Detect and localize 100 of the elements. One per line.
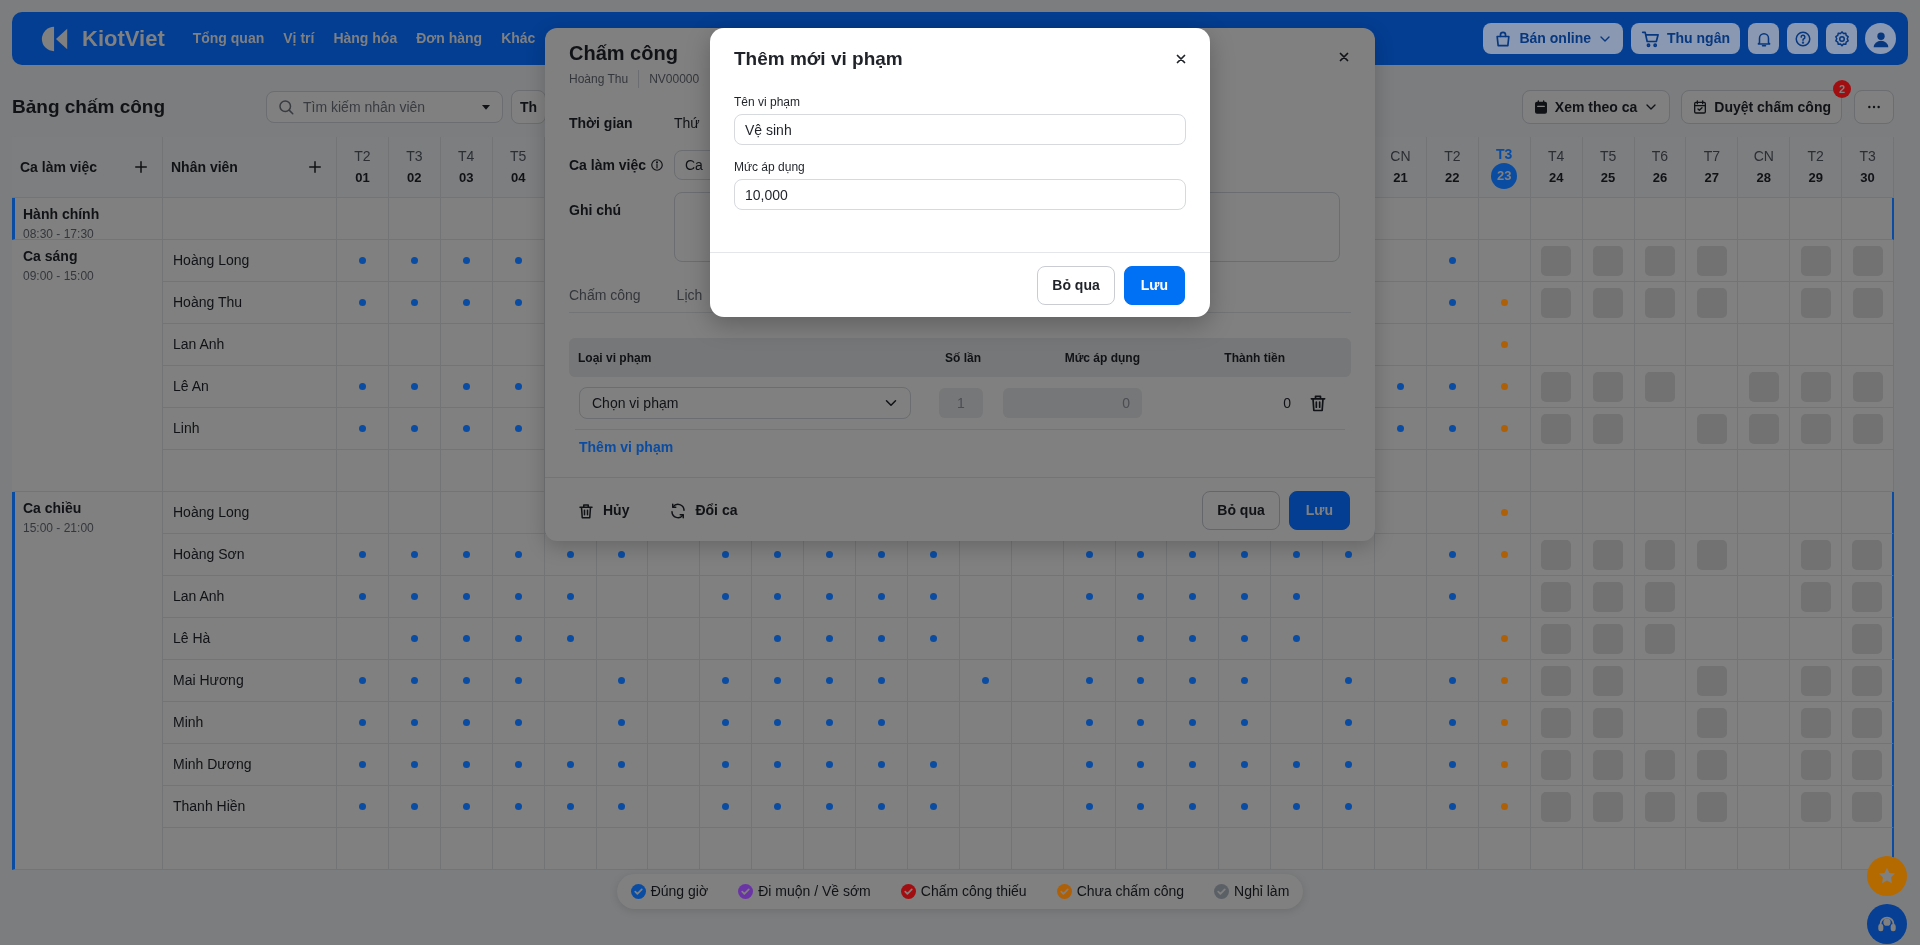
- attendance-dot[interactable]: [514, 761, 522, 768]
- attendance-dot[interactable]: [1137, 593, 1145, 600]
- attendance-dot[interactable]: [826, 593, 834, 600]
- attendance-dot[interactable]: [826, 677, 834, 684]
- delete-button[interactable]: Hủy: [569, 491, 638, 530]
- cancel-button[interactable]: Bỏ qua: [1202, 491, 1280, 530]
- attendance-dot[interactable]: [462, 425, 470, 432]
- attendance-dot[interactable]: [566, 593, 574, 600]
- attendance-dot[interactable]: [722, 719, 730, 726]
- attendance-dot[interactable]: [1448, 761, 1456, 768]
- nav-link[interactable]: Tổng quan: [192, 28, 265, 49]
- attendance-dot[interactable]: [462, 299, 470, 306]
- attendance-dot[interactable]: [1293, 635, 1301, 642]
- attendance-dot[interactable]: [410, 803, 418, 810]
- attendance-dot[interactable]: [462, 257, 470, 264]
- attendance-dot[interactable]: [618, 719, 626, 726]
- attendance-dot[interactable]: [826, 761, 834, 768]
- attendance-dot[interactable]: [1448, 257, 1456, 264]
- settings-button[interactable]: [1826, 23, 1857, 54]
- attendance-dot[interactable]: [1500, 761, 1508, 768]
- attendance-dot[interactable]: [1448, 551, 1456, 558]
- attendance-dot[interactable]: [410, 299, 418, 306]
- attendance-dot[interactable]: [462, 635, 470, 642]
- attendance-dot[interactable]: [410, 551, 418, 558]
- attendance-dot[interactable]: [618, 551, 626, 558]
- change-shift-button[interactable]: Đổi ca: [661, 491, 746, 530]
- attendance-dot[interactable]: [929, 551, 937, 558]
- attendance-dot[interactable]: [1241, 677, 1249, 684]
- save-button[interactable]: Lưu: [1288, 491, 1350, 530]
- attendance-dot[interactable]: [514, 593, 522, 600]
- attendance-dot[interactable]: [1293, 551, 1301, 558]
- cancel-button[interactable]: Bỏ qua: [1037, 266, 1115, 305]
- attendance-dot[interactable]: [566, 551, 574, 558]
- attendance-dot[interactable]: [1345, 803, 1353, 810]
- attendance-dot[interactable]: [1500, 677, 1508, 684]
- attendance-dot[interactable]: [1241, 719, 1249, 726]
- attendance-dot[interactable]: [514, 635, 522, 642]
- attendance-dot[interactable]: [1137, 635, 1145, 642]
- attendance-dot[interactable]: [618, 761, 626, 768]
- attendance-dot[interactable]: [1137, 803, 1145, 810]
- attendance-dot[interactable]: [1189, 677, 1197, 684]
- attendance-dot[interactable]: [877, 635, 885, 642]
- attendance-dot[interactable]: [566, 803, 574, 810]
- attendance-dot[interactable]: [462, 677, 470, 684]
- attendance-dot[interactable]: [1189, 551, 1197, 558]
- filter-button[interactable]: Th: [511, 90, 547, 124]
- violation-select[interactable]: Chọn vi phạm: [579, 387, 911, 419]
- attendance-dot[interactable]: [1500, 383, 1508, 390]
- attendance-dot[interactable]: [877, 551, 885, 558]
- attendance-dot[interactable]: [826, 803, 834, 810]
- attendance-dot[interactable]: [514, 425, 522, 432]
- attendance-dot[interactable]: [1500, 425, 1508, 432]
- close-button[interactable]: [1174, 52, 1188, 66]
- attendance-dot[interactable]: [410, 635, 418, 642]
- attendance-dot[interactable]: [774, 761, 782, 768]
- attendance-dot[interactable]: [566, 761, 574, 768]
- attendance-dot[interactable]: [1241, 803, 1249, 810]
- attendance-dot[interactable]: [410, 719, 418, 726]
- attendance-dot[interactable]: [1189, 803, 1197, 810]
- attendance-dot[interactable]: [1189, 593, 1197, 600]
- nav-link[interactable]: Hàng hóa: [333, 28, 398, 49]
- attendance-dot[interactable]: [410, 593, 418, 600]
- attendance-dot[interactable]: [1241, 761, 1249, 768]
- attendance-dot[interactable]: [722, 551, 730, 558]
- support-button[interactable]: [1867, 904, 1907, 944]
- cashier-button[interactable]: Thu ngân: [1631, 23, 1740, 54]
- attendance-dot[interactable]: [358, 593, 366, 600]
- attendance-dot[interactable]: [1085, 803, 1093, 810]
- attendance-dot[interactable]: [1137, 677, 1145, 684]
- nav-link[interactable]: Vị trí: [283, 28, 315, 49]
- attendance-dot[interactable]: [722, 593, 730, 600]
- attendance-dot[interactable]: [1448, 425, 1456, 432]
- help-button[interactable]: [1787, 23, 1818, 54]
- attendance-dot[interactable]: [358, 257, 366, 264]
- favorite-button[interactable]: [1867, 856, 1907, 896]
- attendance-dot[interactable]: [722, 803, 730, 810]
- add-icon[interactable]: [306, 158, 324, 176]
- add-icon[interactable]: [132, 158, 150, 176]
- attendance-dot[interactable]: [1241, 551, 1249, 558]
- attendance-dot[interactable]: [566, 635, 574, 642]
- attendance-dot[interactable]: [1396, 425, 1404, 432]
- attendance-dot[interactable]: [1085, 551, 1093, 558]
- attendance-dot[interactable]: [1500, 341, 1508, 348]
- attendance-dot[interactable]: [722, 677, 730, 684]
- attendance-dot[interactable]: [877, 677, 885, 684]
- attendance-dot[interactable]: [774, 803, 782, 810]
- attendance-dot[interactable]: [462, 761, 470, 768]
- attendance-dot[interactable]: [514, 383, 522, 390]
- add-violation-link[interactable]: Thêm vi phạm: [579, 437, 674, 458]
- attendance-dot[interactable]: [1345, 551, 1353, 558]
- attendance-dot[interactable]: [514, 677, 522, 684]
- attendance-dot[interactable]: [877, 719, 885, 726]
- attendance-dot[interactable]: [774, 551, 782, 558]
- attendance-dot[interactable]: [826, 551, 834, 558]
- attendance-dot[interactable]: [1448, 677, 1456, 684]
- attendance-dot[interactable]: [981, 677, 989, 684]
- attendance-dot[interactable]: [774, 593, 782, 600]
- more-button[interactable]: [1854, 90, 1894, 124]
- attendance-dot[interactable]: [877, 593, 885, 600]
- user-avatar[interactable]: [1865, 23, 1896, 54]
